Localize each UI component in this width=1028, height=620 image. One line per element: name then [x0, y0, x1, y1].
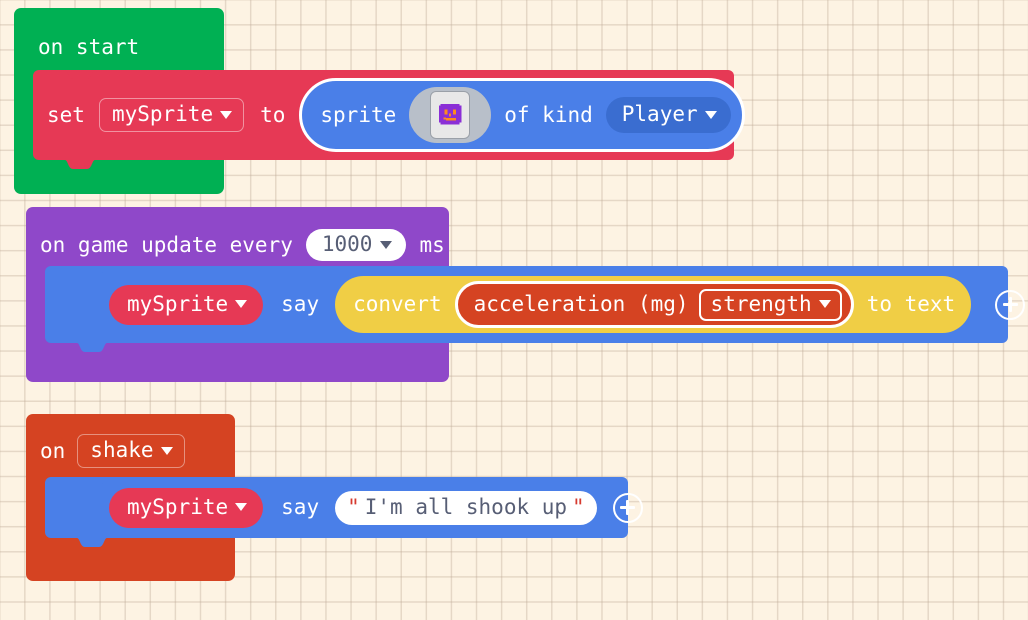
to-text-label: to text — [866, 292, 956, 316]
add-say-argument-plus-icon[interactable] — [995, 289, 1026, 320]
chevron-down-icon — [704, 110, 717, 119]
say-label: say — [281, 495, 320, 519]
say-text-input[interactable]: " I'm all shook up " — [335, 490, 597, 525]
chevron-down-icon — [235, 300, 248, 308]
set-label: set — [47, 102, 85, 127]
block-sprite-say-text[interactable]: mySprite say " I'm all shook up " — [45, 476, 643, 547]
block-sprite-say-convert[interactable]: mySprite say convert acceleration (mg) s… — [45, 265, 1026, 352]
chevron-down-icon — [235, 503, 248, 511]
block-acceleration[interactable]: acceleration (mg) strength — [454, 281, 854, 328]
sprite-image-preview — [430, 91, 471, 139]
add-say-argument-plus-icon[interactable] — [612, 492, 643, 523]
of-kind-label: of kind — [504, 102, 593, 127]
say-label: say — [281, 292, 320, 316]
notch-bottom-icon — [58, 159, 102, 169]
say-target-label: mySprite — [127, 494, 229, 519]
on-label: on — [40, 438, 66, 463]
to-label: to — [260, 102, 286, 127]
on-shake-header: on shake — [40, 427, 185, 475]
interval-value: 1000 — [321, 232, 373, 256]
blocks-workspace[interactable]: on start set mySprite to sprite of kind … — [0, 0, 1028, 620]
chevron-down-icon — [818, 300, 831, 308]
notch-top-icon — [70, 476, 114, 486]
acceleration-label: acceleration (mg) — [473, 292, 689, 316]
block-sprite-of-kind[interactable]: sprite of kind Player — [299, 78, 745, 152]
say-target-label: mySprite — [127, 291, 229, 316]
acceleration-axis-label: strength — [710, 291, 812, 316]
quote-close: " — [572, 494, 585, 519]
on-game-update-header: on game update every 1000 ms — [40, 221, 445, 269]
sprite-image-icon — [439, 103, 462, 125]
block-set-variable[interactable]: set mySprite to sprite of kind Player — [33, 69, 745, 169]
gesture-dropdown[interactable]: shake — [77, 434, 185, 468]
notch-bottom-icon — [70, 537, 114, 547]
kind-dropdown-label: Player — [621, 102, 698, 126]
say-target-dropdown[interactable]: mySprite — [109, 487, 264, 528]
convert-label: convert — [353, 292, 442, 316]
chevron-down-icon — [220, 110, 233, 119]
notch-top-icon — [58, 69, 102, 79]
gesture-label: shake — [90, 438, 154, 462]
sprite-image-field[interactable] — [409, 87, 492, 143]
quote-open: " — [347, 494, 360, 519]
notch-bottom-icon — [70, 342, 114, 352]
sprite-label: sprite — [320, 102, 397, 127]
notch-top-icon — [70, 265, 114, 275]
chevron-down-icon — [380, 240, 393, 249]
variable-dropdown-label: mySprite — [111, 102, 214, 126]
on-game-update-label: on game update every — [40, 232, 293, 257]
block-convert-to-text[interactable]: convert acceleration (mg) strength to te… — [335, 276, 972, 333]
acceleration-axis-dropdown[interactable]: strength — [698, 288, 842, 321]
say-target-dropdown[interactable]: mySprite — [109, 284, 264, 325]
kind-dropdown-player[interactable]: Player — [605, 97, 731, 133]
chevron-down-icon — [160, 446, 173, 455]
say-text-value: I'm all shook up — [364, 494, 568, 519]
variable-dropdown-mysprite[interactable]: mySprite — [98, 98, 245, 132]
interval-dropdown[interactable]: 1000 — [305, 229, 407, 261]
on-start-label: on start — [38, 35, 140, 59]
ms-label: ms — [419, 232, 445, 257]
